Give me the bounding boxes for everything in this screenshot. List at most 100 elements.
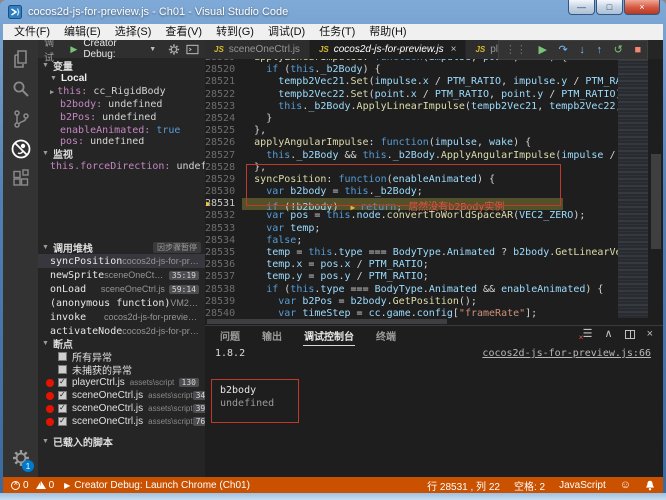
warning-count: 0 [49, 480, 55, 491]
exception-checkbox[interactable] [58, 352, 67, 361]
breakpoint-checkbox[interactable] [58, 378, 67, 387]
scope-row[interactable]: ▼ Local [38, 72, 205, 85]
variable-row[interactable]: b2body: undefined [38, 98, 205, 111]
variables-list: ▶this: cc_RigidBodyb2body: undefinedb2Po… [38, 85, 205, 146]
debug-target-status[interactable]: ▶ Creator Debug: Launch Chrome (Ch01) [64, 480, 250, 491]
breakpoint-checkbox[interactable] [58, 391, 67, 400]
horizontal-scrollbar[interactable] [205, 318, 618, 325]
debug-config-dropdown[interactable]: Creator Debug: [83, 40, 146, 60]
vertical-scrollbar[interactable] [649, 59, 663, 318]
tab-close-icon[interactable]: × [451, 44, 457, 55]
variable-row[interactable]: ▶this: cc_RigidBody [38, 85, 205, 98]
step-over-button[interactable]: ↷ [559, 45, 568, 56]
minimize-button[interactable]: — [568, 0, 595, 15]
feedback-smiley-icon[interactable]: ☺ [620, 479, 631, 491]
restart-button[interactable]: ↺ [614, 45, 623, 56]
configure-gear-icon[interactable] [168, 43, 180, 56]
code-line: 28537 temp.y = pos.y / PTM_RATIO; [205, 271, 618, 283]
call-stack-section: ▼ 调用堆栈 因步骤暂停 syncPositioncocos2d-js-for-… [38, 240, 205, 336]
stack-frame-row[interactable]: syncPositioncocos2d-js-for-previ... [38, 254, 205, 268]
source-control-icon[interactable] [3, 104, 38, 134]
chevron-down-icon[interactable]: ▼ [149, 46, 156, 53]
debug-icon[interactable] [3, 134, 38, 164]
tab-cocos2d-js-for-preview.js[interactable]: JScocos2d-js-for-preview.js× [310, 40, 466, 59]
split-panel-icon[interactable] [625, 330, 635, 339]
step-into-button[interactable]: ↓ [579, 45, 585, 56]
search-icon[interactable] [3, 74, 38, 104]
console-source-link[interactable]: cocos2d-js-for-preview.js:66 [482, 348, 651, 359]
variable-row[interactable]: enableAnimated: true [38, 124, 205, 137]
cursor-position-status[interactable]: 行 28531 , 列 22 [427, 478, 500, 493]
stack-frame-row[interactable]: onLoadsceneOneCtrl.js59:14 [38, 282, 205, 296]
debug-console-content[interactable]: 1.8.2 cocos2d-js-for-preview.js:66 b2bod… [205, 346, 663, 477]
problems-status[interactable]: 0 0 [11, 480, 54, 491]
line-number: 28530 [205, 186, 240, 198]
menu-item[interactable]: 选择(S) [108, 24, 159, 40]
close-button[interactable]: × [624, 0, 660, 15]
start-debug-icon[interactable]: ▶ [70, 44, 77, 55]
stack-frame-row[interactable]: newSpritesceneOneCtrl.js35:19 [38, 268, 205, 282]
notifications-bell-icon[interactable] [645, 480, 655, 491]
panel-tab-终端[interactable]: 终端 [375, 326, 397, 346]
code-line: 28532 var pos = this.node.convertToWorld… [205, 210, 618, 222]
menu-item[interactable]: 任务(T) [312, 24, 362, 40]
code-line: 28521 tempb2Vec21.Set(impulse.x / PTM_RA… [205, 76, 618, 88]
menu-item[interactable]: 编辑(E) [57, 24, 108, 40]
exception-breakpoint-row[interactable]: 未捕获的异常 [38, 363, 205, 376]
watch-header[interactable]: ▼ 监视 [38, 146, 205, 160]
panel-tab-输出[interactable]: 输出 [261, 326, 283, 346]
continue-button[interactable]: ▶ [538, 45, 546, 56]
variable-value: undefined [90, 137, 144, 146]
breakpoint-row[interactable]: playerCtrl.jsassets\script130 [38, 376, 205, 389]
watch-title: 监视 [53, 146, 73, 161]
watch-row[interactable]: this.forceDirection: undefined [38, 160, 205, 173]
error-icon [11, 481, 20, 490]
title-bar[interactable]: cocos2d-js-for-preview.js - Ch01 - Visua… [0, 0, 666, 24]
breakpoint-row[interactable]: sceneOneCtrl.jsassets\script34 [38, 389, 205, 402]
variable-row[interactable]: b2Pos: undefined [38, 111, 205, 124]
breakpoint-checkbox[interactable] [58, 417, 67, 426]
extensions-icon[interactable] [3, 164, 38, 194]
variables-header[interactable]: ▼ 变量 [38, 58, 205, 72]
variable-row[interactable]: pos: undefined [38, 137, 205, 146]
explorer-icon[interactable] [3, 44, 38, 74]
panel-tab-问题[interactable]: 问题 [219, 326, 241, 346]
vscode-logo-icon [8, 5, 22, 19]
call-stack-title: 调用堆栈 [53, 240, 93, 255]
debug-console-toggle-icon[interactable] [186, 44, 199, 55]
stack-frame-row[interactable]: (anonymous function)VM2274 [38, 296, 205, 310]
menu-item[interactable]: 文件(F) [7, 24, 57, 40]
exception-checkbox[interactable] [58, 365, 67, 374]
breakpoint-row[interactable]: sceneOneCtrl.jsassets\script76 [38, 415, 205, 428]
breakpoints-header[interactable]: ▼ 断点 [38, 336, 205, 350]
breakpoint-row[interactable]: sceneOneCtrl.jsassets\script39 [38, 402, 205, 415]
code-line: 28527 this._b2Body && this._b2Body.Apply… [205, 150, 618, 162]
breakpoint-checkbox[interactable] [58, 404, 67, 413]
stack-frame-row[interactable]: activateNodecocos2d-js-for-previ [38, 324, 205, 336]
menu-item[interactable]: 转到(G) [209, 24, 261, 40]
maximize-panel-icon[interactable]: ∧ [605, 329, 613, 340]
paused-state-badge: 因步骤暂停 [153, 242, 201, 253]
workbench: 1 调试 ▶ Creator Debug: ▼ [3, 40, 663, 477]
minimap[interactable] [618, 59, 648, 318]
tab-sceneOneCtrl.js[interactable]: JSsceneOneCtrl.js [205, 40, 309, 59]
breakpoints-list: 所有异常未捕获的异常playerCtrl.jsassets\script130s… [38, 350, 205, 428]
menu-item[interactable]: 调试(D) [261, 24, 312, 40]
breakpoint-file: sceneOneCtrl.js [72, 416, 143, 427]
settings-gear-icon[interactable]: 1 [3, 443, 38, 473]
loaded-scripts-header[interactable]: ▼ 已载入的脚本 [38, 434, 205, 448]
panel-tab-调试控制台[interactable]: 调试控制台 [303, 326, 355, 346]
call-stack-header[interactable]: ▼ 调用堆栈 因步骤暂停 [38, 240, 205, 254]
language-mode-status[interactable]: JavaScript [559, 480, 606, 491]
drag-handle[interactable]: ⋮⋮ [505, 45, 527, 56]
stack-frame-row[interactable]: invokecocos2d-js-for-preview.js [38, 310, 205, 324]
step-out-button[interactable]: ↑ [597, 45, 603, 56]
menu-item[interactable]: 查看(V) [158, 24, 209, 40]
stop-button[interactable]: ■ [634, 45, 641, 56]
maximize-button[interactable]: □ [596, 0, 623, 15]
clear-console-icon[interactable]: ☰× [583, 329, 593, 340]
close-panel-icon[interactable]: × [647, 329, 653, 340]
code-text: tempb2Vec22.Set(point.x / PTM_RATIO, poi… [242, 89, 618, 101]
indentation-status[interactable]: 空格: 2 [514, 478, 545, 493]
menu-item[interactable]: 帮助(H) [362, 24, 413, 40]
